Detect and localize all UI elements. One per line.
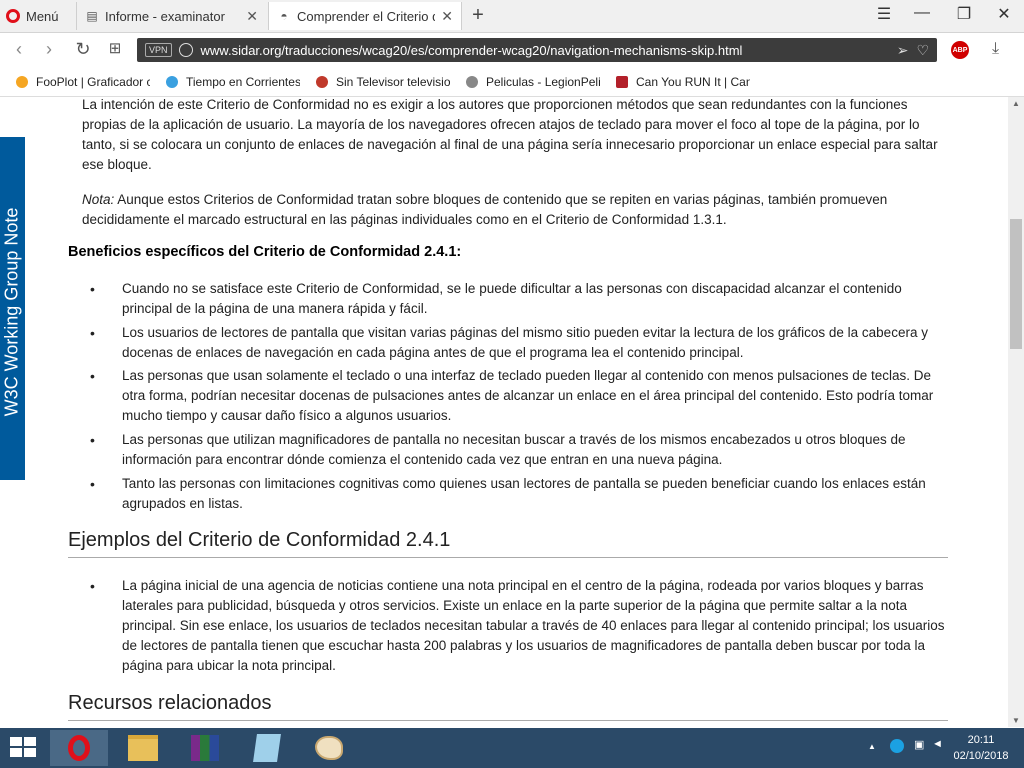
taskbar-opera[interactable]: [50, 730, 108, 766]
adblock-icon[interactable]: ABP: [951, 41, 969, 59]
tab-menu-icon[interactable]: ☰: [872, 4, 896, 24]
close-icon[interactable]: ✕: [246, 8, 258, 25]
clock-time: 20:11: [967, 734, 995, 746]
tab-title: Comprender el Criterio de: [297, 8, 436, 24]
tray-app-icon[interactable]: [890, 739, 904, 753]
address-bar[interactable]: VPN www.sidar.org/traducciones/wcag20/es…: [137, 38, 937, 62]
bookmark-icon: [316, 76, 328, 88]
heart-icon[interactable]: ♡: [916, 42, 929, 59]
back-button[interactable]: ‹: [8, 39, 30, 60]
intro-paragraph: La intención de este Criterio de Conform…: [82, 97, 938, 172]
winrar-icon: [191, 735, 219, 761]
bookmark-item[interactable]: Peliculas - LegionPeli: [466, 74, 600, 90]
navigation-bar: ‹ › ↻ ⊞ VPN www.sidar.org/traducciones/w…: [0, 33, 1024, 67]
bookmarks-bar: FooPlot | Graficador c Tiempo en Corrien…: [0, 68, 1024, 97]
bookmark-icon: [616, 76, 628, 88]
send-icon[interactable]: ➢: [897, 42, 909, 59]
bookmark-item[interactable]: Can You RUN It | Can: [616, 74, 750, 90]
clock-date: 02/10/2018: [953, 750, 1009, 762]
sidebar-label: W3C Working Group Note: [1, 207, 22, 417]
benefits-heading: Beneficios específicos del Criterio de C…: [68, 244, 462, 260]
w3c-status-sidebar[interactable]: W3C Working Group Note: [0, 137, 25, 480]
bookmark-item[interactable]: FooPlot | Graficador c: [16, 74, 150, 90]
taskbar-paint[interactable]: [300, 730, 358, 766]
paint-palette-icon: [315, 736, 343, 760]
new-tab-button[interactable]: +: [468, 4, 488, 27]
minimize-button[interactable]: —: [910, 4, 934, 22]
bookmark-label: Can You RUN It | Can: [636, 75, 750, 89]
opera-icon: [68, 735, 90, 761]
volume-icon[interactable]: ◄: [932, 738, 943, 750]
menu-label: Menú: [26, 8, 59, 24]
tab-informe[interactable]: ▤ Informe - examinator ✕: [76, 2, 266, 30]
bookmark-label: Peliculas - LegionPeli: [486, 75, 600, 89]
maximize-button[interactable]: ❐: [952, 4, 976, 24]
opera-menu-button[interactable]: Menú: [6, 6, 59, 26]
system-clock[interactable]: 20:11 02/10/2018: [944, 732, 1018, 764]
download-icon[interactable]: ⤓: [992, 40, 999, 58]
bookmark-label: Tiempo en Corrientes: [186, 75, 300, 89]
close-window-button[interactable]: ✕: [992, 4, 1016, 24]
tab-title: Informe - examinator: [105, 8, 225, 24]
page-icon: ▤: [86, 9, 98, 23]
reload-button[interactable]: ↻: [72, 39, 94, 60]
vertical-scrollbar[interactable]: ▲ ▼: [1008, 97, 1024, 727]
bookmark-item[interactable]: Tiempo en Corrientes: [166, 74, 300, 90]
note-label: Nota:: [82, 192, 115, 207]
vpn-badge[interactable]: VPN: [145, 43, 172, 57]
network-icon[interactable]: ▣: [914, 738, 924, 751]
taskbar: ▲ ▣ ◄ 20:11 02/10/2018: [0, 728, 1024, 768]
url-text[interactable]: www.sidar.org/traducciones/wcag20/es/com…: [201, 43, 897, 58]
bookmark-item[interactable]: Sin Televisor televisio: [316, 74, 450, 90]
close-icon[interactable]: ✕: [441, 8, 453, 25]
examples-heading: Ejemplos del Criterio de Conformidad 2.4…: [68, 529, 948, 558]
scrollbar-thumb[interactable]: [1010, 219, 1022, 349]
bookmark-icon: [16, 76, 28, 88]
bookmark-label: Sin Televisor televisio: [336, 75, 450, 89]
opera-logo-icon: [6, 9, 20, 23]
page-content[interactable]: W3C Working Group Note La intención de e…: [0, 97, 1008, 727]
start-button[interactable]: [10, 737, 38, 759]
taskbar-file-explorer[interactable]: [114, 730, 172, 766]
scroll-down-icon[interactable]: ▼: [1012, 716, 1020, 725]
forward-button[interactable]: ›: [38, 39, 60, 60]
notepad-icon: [253, 734, 281, 762]
note-paragraph: Nota: Aunque estos Criterios de Conformi…: [82, 190, 952, 230]
tab-comprender[interactable]: ◓ Comprender el Criterio de ✕: [268, 2, 462, 30]
bookmark-icon: [166, 76, 178, 88]
folder-icon: [128, 735, 158, 761]
bookmark-label: FooPlot | Graficador c: [36, 75, 150, 89]
resources-heading: Recursos relacionados: [68, 692, 948, 721]
bookmark-icon: [466, 76, 478, 88]
taskbar-winrar[interactable]: [176, 730, 234, 766]
note-text: Aunque estos Criterios de Conformidad tr…: [82, 192, 888, 227]
spy-icon: ◓: [280, 9, 288, 23]
taskbar-notepad[interactable]: [238, 730, 296, 766]
scroll-up-icon[interactable]: ▲: [1012, 99, 1020, 108]
globe-icon: [178, 43, 193, 57]
tab-strip: Menú ▤ Informe - examinator ✕ ◓ Comprend…: [0, 0, 1024, 33]
tray-chevron-icon[interactable]: ▲: [868, 742, 876, 751]
tabs-grid-icon[interactable]: ⊞: [104, 39, 126, 57]
